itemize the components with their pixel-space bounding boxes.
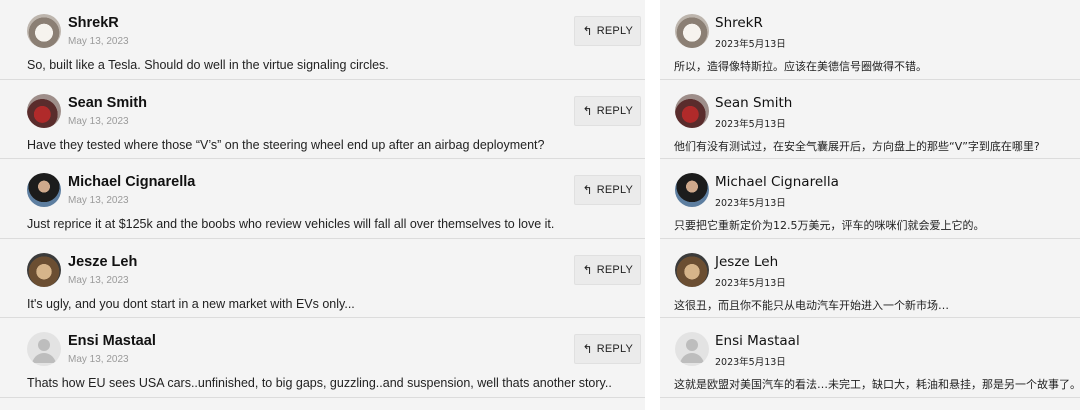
comment-author[interactable]: ShrekR [715,15,763,31]
default-user-icon[interactable] [27,332,61,367]
reply-arrow-icon: ↰ [582,103,593,118]
user-avatar[interactable] [27,173,61,208]
comment-text: Have they tested where those “V’s” on th… [27,137,545,152]
reply-button[interactable]: ↰ REPLY [574,16,641,46]
comment-item: Ensi Mastaal 2023年5月13日 这就是欧盟对美国汽车的看法…未完… [660,318,1080,398]
comment-text: It's ugly, and you dont start in a new m… [27,296,355,311]
comment-item: Sean Smith May 13, 2023 ↰ REPLY Have they… [0,80,645,160]
comment-author[interactable]: Sean Smith [715,95,792,111]
reply-arrow-icon: ↰ [582,262,593,277]
comment-item: ShrekR May 13, 2023 ↰ REPLY So, built lik… [0,0,645,80]
reply-button[interactable]: ↰ REPLY [574,95,641,126]
comment-date: May 13, 2023 [68,354,129,366]
comment-date: 2023年5月13日 [715,118,786,130]
comment-item: Michael Cignarella May 13, 2023 ↰ REPLY J… [0,159,645,239]
comments-panel-chinese: ShrekR 2023年5月13日 所以，造得像特斯拉。应该在美德信号圈做得不错… [660,0,1080,410]
comment-text: 所以，造得像特斯拉。应该在美德信号圈做得不错。 [674,60,927,73]
reply-arrow-icon: ↰ [582,342,593,357]
comment-date: 2023年5月13日 [715,277,786,289]
reply-label: REPLY [596,104,633,117]
comment-text: Thats how EU sees USA cars..unfinished, … [27,376,612,391]
comment-author[interactable]: Jesze Leh [715,254,778,270]
reply-arrow-icon: ↰ [582,183,593,198]
comment-item: Jesze Leh 2023年5月13日 这很丑，而且你不能只从电动汽车开始进入… [660,239,1080,319]
user-avatar[interactable] [27,14,61,48]
user-avatar[interactable] [27,93,61,128]
comment-text: 他们有没有测试过，在安全气囊展开后，方向盘上的那些“V”字到底在哪里? [674,139,1040,153]
user-avatar[interactable] [675,173,709,208]
comment-author[interactable]: Michael Cignarella [715,174,839,190]
comment-text: 只要把它重新定价为12.5万美元，评车的咪咪们就会爱上它的。 [674,219,985,233]
reply-arrow-icon: ↰ [582,24,593,38]
reply-button[interactable]: ↰ REPLY [574,334,641,365]
comments-panel-english: ShrekR May 13, 2023 ↰ REPLY So, built lik… [0,0,645,410]
reply-label: REPLY [596,184,633,197]
comment-item: Michael Cignarella 2023年5月13日 只要把它重新定价为1… [660,159,1080,239]
default-user-icon[interactable] [675,332,709,367]
comment-date: May 13, 2023 [68,195,129,207]
comment-date: May 13, 2023 [68,274,129,286]
user-avatar[interactable] [675,14,709,48]
comment-date: May 13, 2023 [68,36,129,47]
reply-label: REPLY [596,25,633,37]
comment-text: 这很丑，而且你不能只从电动汽车开始进入一个新市场… [674,298,949,312]
reply-button[interactable]: ↰ REPLY [574,175,641,206]
comment-text: 这就是欧盟对美国汽车的看法…未完工，缺口大，耗油和悬挂，那是另一个故事了。 [674,378,1080,392]
comment-item: Jesze Leh May 13, 2023 ↰ REPLY It's ugly,… [0,239,645,319]
user-avatar[interactable] [27,252,61,287]
user-avatar[interactable] [675,93,709,128]
comment-author[interactable]: Michael Cignarella [68,174,195,190]
comment-date: 2023年5月13日 [715,198,786,210]
comment-date: May 13, 2023 [68,115,129,127]
comment-text: So, built like a Tesla. Should do well i… [27,58,389,72]
user-avatar[interactable] [675,252,709,287]
comment-text: Just reprice it at $125k and the boobs w… [27,217,555,232]
comment-author[interactable]: Ensi Mastaal [715,333,800,349]
reply-button[interactable]: ↰ REPLY [574,254,641,285]
comment-date: 2023年5月13日 [715,357,786,369]
reply-label: REPLY [596,263,633,276]
comment-author[interactable]: Sean Smith [68,95,147,111]
comment-author[interactable]: Jesze Leh [68,254,137,270]
comment-item: Ensi Mastaal May 13, 2023 ↰ REPLY Thats h… [0,318,645,398]
comment-author[interactable]: ShrekR [68,15,119,31]
reply-label: REPLY [596,343,633,356]
comment-item: Sean Smith 2023年5月13日 他们有没有测试过，在安全气囊展开后，… [660,80,1080,160]
comment-date: 2023年5月13日 [715,39,786,50]
comment-author[interactable]: Ensi Mastaal [68,333,156,349]
comment-item: ShrekR 2023年5月13日 所以，造得像特斯拉。应该在美德信号圈做得不错… [660,0,1080,80]
panel-gap [645,0,660,418]
